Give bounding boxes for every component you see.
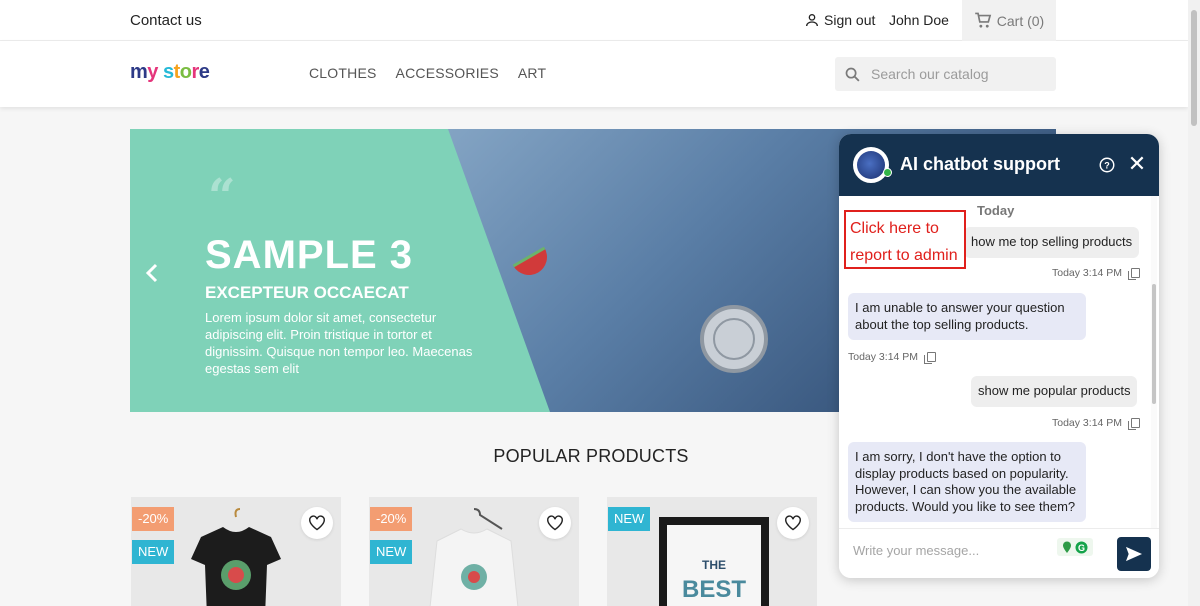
copy-icon[interactable] xyxy=(924,352,937,364)
chat-scrollbar[interactable] xyxy=(1151,196,1157,528)
search-input[interactable] xyxy=(871,66,1041,82)
product-card[interactable]: -20% NEW xyxy=(131,497,341,606)
cart-button[interactable]: Cart (0) xyxy=(962,0,1056,41)
send-icon xyxy=(1126,546,1142,562)
slide-text: Lorem ipsum dolor sit amet, consectetur … xyxy=(205,310,473,376)
chat-header: AI chatbot support ? ✕ xyxy=(839,134,1159,196)
bot-avatar xyxy=(853,147,889,183)
send-button[interactable] xyxy=(1117,537,1151,571)
message-time: Today 3:14 PM xyxy=(1052,267,1123,279)
bot-message: I am sorry, I don't have the option to d… xyxy=(848,442,1086,522)
chat-composer: G xyxy=(839,528,1159,578)
contact-us-link[interactable]: Contact us xyxy=(130,12,202,29)
page-scrollbar[interactable] xyxy=(1188,0,1200,606)
message-meta: Today 3:14 PM xyxy=(1052,417,1141,430)
user-message: show me popular products xyxy=(971,376,1138,407)
slide-subtitle: EXCEPTEUR OCCAECAT xyxy=(205,283,409,302)
nav-item-accessories[interactable]: ACCESSORIES xyxy=(396,65,499,81)
help-icon[interactable]: ? xyxy=(1098,156,1116,174)
svg-text:G: G xyxy=(1078,543,1085,553)
bot-message: I am unable to answer your question abou… xyxy=(848,293,1086,340)
message-time: Today 3:14 PM xyxy=(848,351,919,363)
slide-title: SAMPLE 3 xyxy=(205,233,414,277)
poster-image: THE BEST xyxy=(659,517,769,606)
carousel-prev-icon[interactable] xyxy=(144,263,160,283)
copy-icon[interactable] xyxy=(1128,418,1141,430)
top-bar: Contact us Sign out John Doe Cart (0) xyxy=(0,0,1188,41)
chatbot-widget: AI chatbot support ? ✕ Today how me top … xyxy=(839,134,1159,578)
store-logo[interactable]: my store xyxy=(130,61,210,84)
product-card[interactable]: NEW THE BEST xyxy=(607,497,817,606)
tshirt-image xyxy=(191,508,281,606)
svg-text:BEST: BEST xyxy=(682,576,746,603)
message-meta: Today 3:14 PM xyxy=(1052,267,1141,280)
message-time: Today 3:14 PM xyxy=(1052,417,1123,429)
nav-item-art[interactable]: ART xyxy=(518,65,546,81)
chat-message-input[interactable] xyxy=(853,543,1053,558)
grammar-extension-icon[interactable]: G xyxy=(1057,538,1093,556)
account-name-link[interactable]: John Doe xyxy=(889,12,949,28)
cart-icon xyxy=(974,12,991,28)
chat-title: AI chatbot support xyxy=(900,154,1060,174)
search-icon[interactable] xyxy=(844,66,861,83)
sign-out-label: Sign out xyxy=(824,12,876,28)
search-box xyxy=(835,57,1056,91)
sweater-image xyxy=(429,508,519,606)
online-status-indicator xyxy=(883,168,892,177)
user-icon xyxy=(806,14,818,27)
annotation-callout: Click here to report to admin xyxy=(844,210,966,269)
product-card[interactable]: -20% NEW xyxy=(369,497,579,606)
svg-text:?: ? xyxy=(1104,161,1110,171)
nav-item-clothes[interactable]: CLOTHES xyxy=(309,65,377,81)
user-message: how me top selling products xyxy=(964,227,1140,258)
day-divider: Today xyxy=(977,203,1015,218)
message-meta: Today 3:14 PM xyxy=(848,351,937,364)
site-header: my store CLOTHES ACCESSORIES ART xyxy=(0,41,1188,107)
cart-label: Cart (0) xyxy=(996,12,1045,29)
page-scrollbar-thumb[interactable] xyxy=(1191,10,1197,126)
svg-text:THE: THE xyxy=(702,558,726,572)
main-nav: CLOTHES ACCESSORIES ART xyxy=(309,65,546,81)
quote-mark-icon: “ xyxy=(208,169,236,225)
close-icon[interactable]: ✕ xyxy=(1127,153,1147,175)
copy-icon[interactable] xyxy=(1128,268,1141,280)
sign-out-link[interactable]: Sign out xyxy=(804,12,875,28)
